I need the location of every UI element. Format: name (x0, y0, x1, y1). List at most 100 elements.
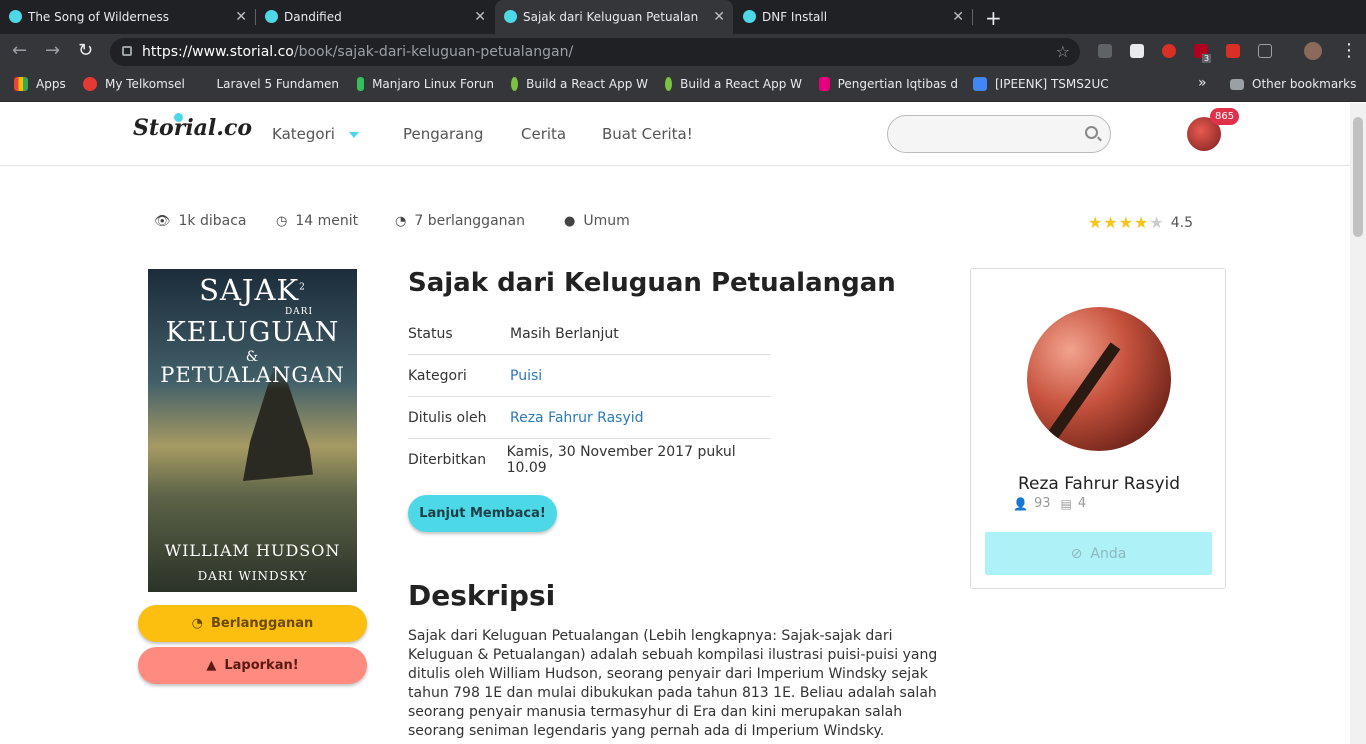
visibility: ● Umum (564, 213, 630, 229)
search-input[interactable] (887, 115, 1111, 153)
more-bookmarks-icon[interactable]: » (1198, 75, 1207, 91)
extension-icon[interactable] (1130, 44, 1144, 58)
bookmark-item[interactable]: Pengertian Iqtibas d (819, 77, 958, 91)
detail-row: Status Masih Berlanjut (408, 313, 771, 355)
extension-icon[interactable] (1098, 44, 1112, 58)
nav-kategori[interactable]: Kategori (272, 125, 359, 143)
nav-cerita[interactable]: Cerita (521, 125, 566, 143)
photo-guitar-shape (1041, 342, 1121, 448)
reload-icon[interactable]: ↻ (78, 40, 93, 61)
browser-tab[interactable]: DNF Install ✕ (734, 0, 972, 34)
cover-author: William Hudson (164, 541, 341, 560)
manjaro-icon (357, 77, 365, 91)
rating-value: 4.5 (1170, 214, 1193, 231)
user-icon: 👤 (1013, 496, 1028, 511)
logo-dot (174, 113, 183, 122)
folder-icon (1230, 78, 1244, 90)
reading-time: ◷ 14 menit (276, 213, 359, 229)
browser-toolbar: ← → ↻ https://www.storial.co/book/sajak-… (0, 34, 1366, 70)
bookmark-item[interactable]: My Telkomsel (83, 77, 185, 91)
docs-icon (973, 77, 987, 91)
site-favicon-icon (9, 10, 22, 23)
author-photo[interactable] (1027, 307, 1171, 451)
scrollbar-thumb[interactable] (1353, 117, 1363, 237)
site-favicon-icon (743, 10, 756, 23)
warning-icon: ▲ (206, 658, 217, 673)
laravel-icon (203, 77, 209, 91)
description-text: Sajak dari Keluguan Petualangan (Lebih l… (408, 628, 938, 739)
search-icon[interactable] (1085, 126, 1098, 139)
back-icon[interactable]: ← (12, 40, 27, 61)
star-icon: ★ (1088, 213, 1103, 232)
nav-pengarang[interactable]: Pengarang (403, 125, 483, 143)
author-name[interactable]: Reza Fahrur Rasyid (971, 474, 1227, 494)
close-tab-icon[interactable]: ✕ (713, 9, 725, 25)
nav-buat-cerita[interactable]: Buat Cerita! (602, 125, 693, 143)
continue-reading-button[interactable]: Lanjut Membaca! (408, 495, 557, 532)
star-icon: ★ (1103, 213, 1118, 232)
book-details: Status Masih Berlanjut Kategori Puisi Ditu… (408, 313, 771, 481)
cover-title-line2: Keluguan (165, 317, 340, 348)
ban-icon: ⊘ (1070, 545, 1083, 562)
browser-tab-active[interactable]: Sajak dari Keluguan Petualangan ✕ (495, 0, 733, 34)
browser-tab[interactable]: The Song of Wilderness ✕ (0, 0, 255, 34)
cover-dari: dari (284, 307, 313, 317)
detail-row: Kategori Puisi (408, 355, 771, 397)
bookmark-item[interactable]: Build a React App W (511, 77, 648, 91)
extension-icon[interactable] (1162, 44, 1176, 58)
globe-icon: ● (564, 213, 576, 229)
bookmark-apps[interactable]: Apps (14, 77, 66, 91)
new-tab-icon[interactable]: + (985, 6, 1002, 30)
cover-title-line1: Sajak2 (199, 273, 306, 307)
menu-icon[interactable]: ⋮ (1340, 40, 1358, 61)
rating: ★ ★ ★ ★ ★ 4.5 (1088, 213, 1193, 232)
bookmarks-bar: Apps My Telkomsel Laravel 5 Fundamen Man… (0, 70, 1366, 102)
forward-icon[interactable]: → (45, 40, 60, 61)
author-link[interactable]: Reza Fahrur Rasyid (510, 410, 644, 426)
star-icon: ★ (1118, 213, 1134, 232)
bookmark-item[interactable]: Manjaro Linux Forun (357, 77, 494, 91)
scrollbar[interactable] (1350, 103, 1366, 744)
rss-icon: ◔ (191, 616, 204, 631)
extension-icon[interactable] (1258, 44, 1272, 58)
bookmark-item[interactable]: [IPEENK] TSMS2UC (973, 77, 1109, 91)
browser-tab-bar: The Song of Wilderness ✕ Dandified ✕ Saj… (0, 0, 1366, 34)
envato-icon (665, 77, 673, 91)
eye-icon: 👁 (154, 213, 171, 229)
chevron-down-icon (348, 131, 359, 138)
site-header: Storial.co Kategori Pengarang Cerita Bua… (0, 103, 1350, 166)
close-tab-icon[interactable]: ✕ (235, 9, 247, 25)
bookmark-item[interactable]: Laravel 5 Fundamen (203, 77, 339, 91)
browser-tab[interactable]: Dandified ✕ (256, 0, 494, 34)
rss-icon: ◔ (395, 213, 407, 229)
you-button[interactable]: ⊘ Anda (985, 532, 1212, 575)
clock-icon: ◷ (276, 213, 288, 229)
cover-title-line3: Petualangan (160, 363, 345, 387)
star-icon: ★ (1134, 213, 1149, 232)
extension-icon[interactable] (1226, 44, 1240, 58)
bookmark-item[interactable]: Build a React App W (665, 77, 802, 91)
notification-badge: 865 (1210, 108, 1240, 125)
author-stats: 👤 93 ▤ 4 (1013, 496, 1087, 511)
category-link[interactable]: Puisi (510, 368, 542, 384)
other-bookmarks[interactable]: Other bookmarks (1230, 77, 1356, 91)
bookmark-star-icon[interactable]: ☆ (1056, 42, 1070, 61)
book-cover: Sajak2 dari Keluguan & Petualangan Willi… (148, 269, 357, 592)
close-tab-icon[interactable]: ✕ (474, 9, 486, 25)
envato-icon (511, 77, 519, 91)
lock-icon (122, 46, 132, 56)
book-icon: ▤ (1060, 496, 1072, 511)
address-bar[interactable]: https://www.storial.co/book/sajak-dari-k… (110, 38, 1080, 66)
cover-from: dari Windsky (197, 569, 308, 583)
apps-grid-icon (14, 77, 28, 91)
description-heading: Deskripsi (408, 579, 556, 612)
site-favicon-icon (265, 10, 278, 23)
report-button[interactable]: ▲ Laporkan! (138, 647, 367, 684)
site-logo[interactable]: Storial.co (133, 113, 252, 141)
detail-row: Ditulis oleh Reza Fahrur Rasyid (408, 397, 771, 439)
close-tab-icon[interactable]: ✕ (952, 9, 964, 25)
site-favicon-icon (504, 10, 517, 23)
profile-avatar[interactable] (1304, 42, 1322, 60)
reads-count: 👁 1k dibaca (154, 213, 247, 229)
subscribe-button[interactable]: ◔ Berlangganan (138, 605, 367, 642)
